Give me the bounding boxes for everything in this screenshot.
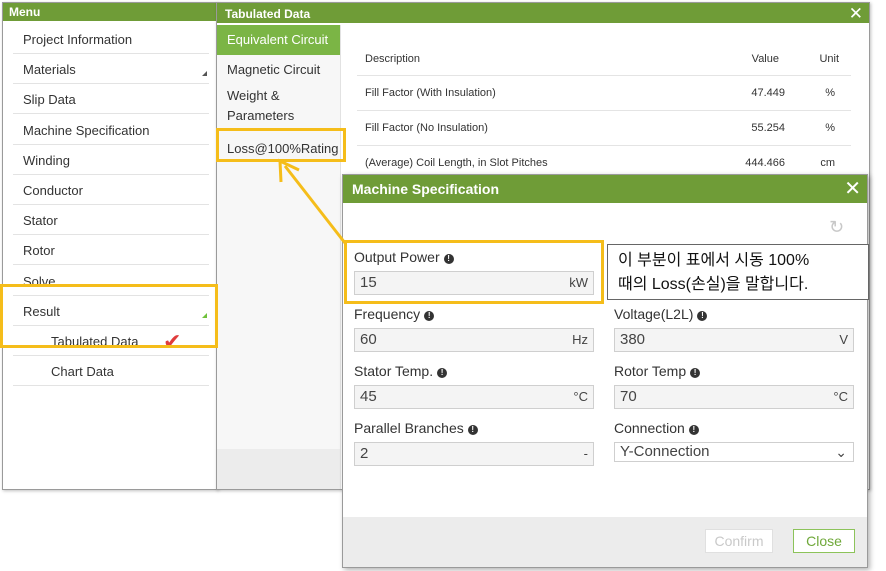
- arrow-line: [283, 165, 347, 244]
- note-line2: 때의 Loss(손실)을 말합니다.: [618, 276, 809, 293]
- annotation-note: 이 부분이 표에서 시동 100% 때의 Loss(손실)을 말합니다.: [607, 244, 869, 300]
- note-line1: 이 부분이 표에서 시동 100%: [618, 252, 810, 269]
